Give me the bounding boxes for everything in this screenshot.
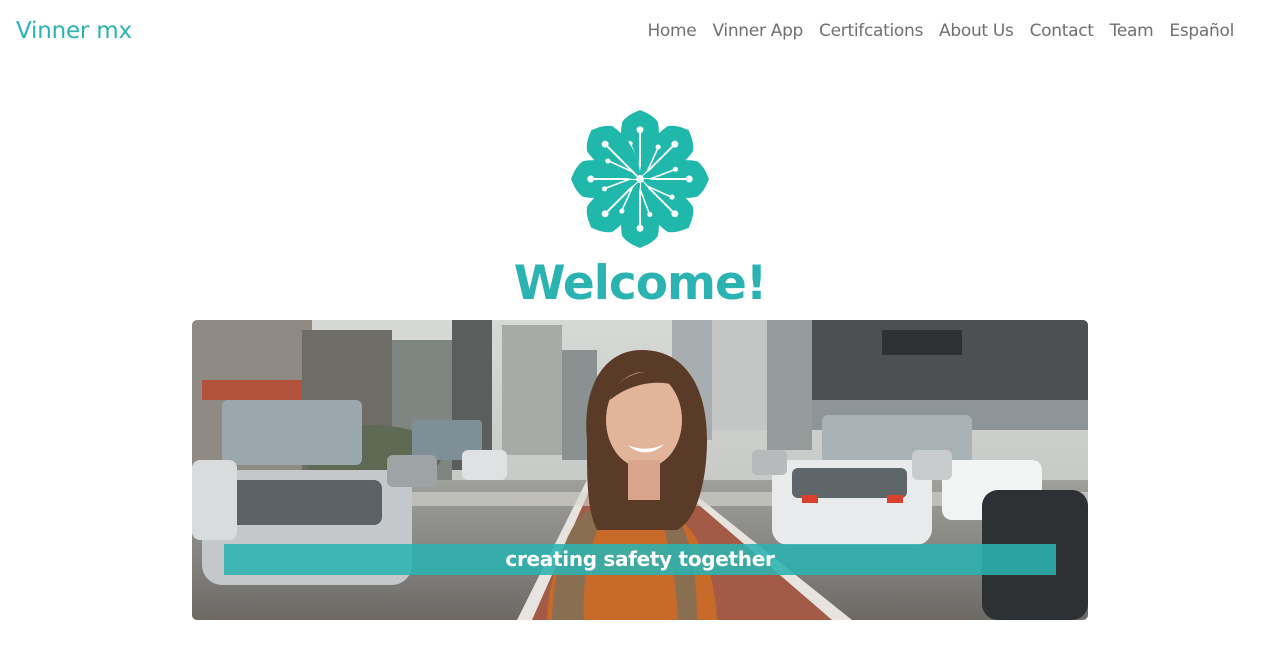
- flower-logo-icon: [571, 110, 709, 248]
- nav-link-vinner-app[interactable]: Vinner App: [712, 21, 803, 41]
- top-navbar: Vinner mx Home Vinner App Certifcations …: [0, 0, 1280, 64]
- nav-link-certifications[interactable]: Certifcations: [819, 21, 923, 41]
- welcome-heading: Welcome!: [513, 256, 768, 311]
- hero-caption: creating safety together: [224, 544, 1056, 575]
- nav-link-about-us[interactable]: About Us: [939, 21, 1014, 41]
- nav-links: Home Vinner App Certifcations About Us C…: [647, 19, 1234, 43]
- nav-link-home[interactable]: Home: [647, 21, 696, 41]
- nav-link-team[interactable]: Team: [1110, 21, 1154, 41]
- hero-photo: [192, 320, 1088, 620]
- nav-link-contact[interactable]: Contact: [1030, 21, 1094, 41]
- nav-link-espanol[interactable]: Español: [1169, 21, 1234, 41]
- brand-link[interactable]: Vinner mx: [16, 16, 132, 46]
- hero-banner: creating safety together: [192, 320, 1088, 620]
